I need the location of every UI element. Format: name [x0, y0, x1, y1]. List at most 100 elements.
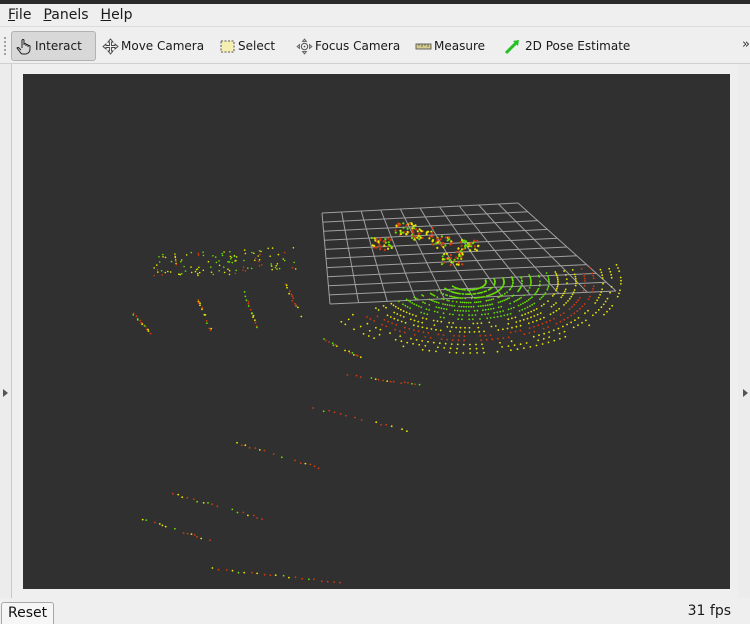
point — [587, 309, 589, 312]
point — [352, 313, 354, 316]
point — [313, 465, 316, 468]
point — [413, 303, 416, 305]
point — [355, 374, 358, 377]
point — [450, 326, 453, 329]
point — [182, 532, 185, 534]
expand-left-arrow-icon[interactable] — [3, 389, 8, 397]
point — [299, 462, 302, 464]
expand-right-arrow-icon[interactable] — [743, 389, 748, 397]
point — [596, 299, 598, 302]
point — [453, 309, 456, 312]
point — [497, 301, 500, 304]
point — [369, 318, 372, 320]
point — [523, 333, 526, 336]
point — [457, 263, 460, 266]
point — [522, 302, 524, 305]
point — [574, 275, 577, 278]
point — [547, 275, 549, 278]
point — [229, 255, 232, 258]
point — [487, 299, 489, 302]
reset-button[interactable]: Reset — [1, 602, 55, 624]
point — [555, 309, 558, 312]
point — [471, 314, 474, 316]
point — [387, 320, 390, 323]
point — [415, 304, 418, 307]
point — [524, 301, 526, 304]
point — [254, 319, 256, 322]
point — [464, 326, 466, 329]
point — [484, 279, 487, 281]
point — [483, 351, 485, 354]
measure-tool-button[interactable]: Measure — [410, 31, 490, 61]
point — [599, 293, 601, 296]
point — [380, 245, 383, 248]
point — [484, 308, 487, 311]
point — [467, 289, 470, 291]
point — [141, 323, 143, 326]
point — [446, 325, 449, 328]
point — [415, 315, 417, 317]
point — [388, 243, 391, 246]
point — [455, 301, 458, 303]
point — [526, 306, 529, 309]
point — [248, 446, 251, 449]
point — [514, 330, 517, 333]
move-camera-tool-button[interactable]: Move Camera — [97, 31, 209, 61]
point — [610, 273, 613, 276]
select-tool-button[interactable]: Select — [214, 31, 280, 61]
point — [522, 318, 525, 321]
point — [443, 307, 445, 310]
point — [458, 253, 461, 256]
point — [403, 331, 406, 334]
3d-render-viewport[interactable] — [23, 74, 730, 589]
point — [441, 255, 444, 258]
point — [560, 296, 563, 299]
point — [443, 316, 445, 319]
point — [479, 305, 482, 307]
point — [243, 571, 246, 574]
point — [467, 305, 470, 308]
point — [402, 310, 405, 312]
point — [260, 264, 263, 266]
point — [475, 249, 479, 252]
point — [237, 571, 240, 574]
point — [394, 231, 397, 234]
point — [473, 301, 476, 304]
point — [533, 302, 536, 305]
interact-tool-button[interactable]: Interact — [11, 31, 96, 61]
left-dock-handle[interactable] — [0, 64, 12, 598]
point — [435, 350, 437, 353]
point — [499, 341, 501, 344]
menu-file[interactable]: File — [2, 4, 37, 26]
pose-estimate-tool-button[interactable]: 2D Pose Estimate — [499, 31, 635, 61]
point — [430, 231, 434, 235]
point — [288, 576, 290, 579]
point — [561, 294, 564, 297]
point — [181, 496, 184, 499]
point — [564, 290, 566, 293]
point — [424, 336, 427, 338]
point — [452, 261, 455, 264]
focus-camera-tool-button[interactable]: Focus Camera — [291, 31, 405, 61]
point — [574, 284, 577, 287]
point — [574, 277, 577, 280]
toolbar-grip-handle[interactable] — [3, 36, 7, 56]
point — [453, 334, 455, 337]
point — [405, 233, 408, 236]
point — [459, 241, 462, 244]
toolbar-overflow-button[interactable]: » — [742, 37, 750, 52]
point-cloud-scene[interactable] — [23, 74, 730, 589]
point — [428, 304, 431, 306]
point — [519, 303, 522, 306]
point — [601, 288, 603, 291]
point — [510, 307, 513, 310]
right-dock-handle[interactable] — [738, 64, 750, 598]
menu-help[interactable]: Help — [95, 4, 139, 26]
point — [425, 308, 428, 310]
menu-panels[interactable]: Panels — [37, 4, 94, 26]
point — [507, 345, 510, 347]
point — [443, 347, 446, 349]
point — [475, 301, 478, 304]
point — [408, 222, 411, 226]
point — [401, 231, 405, 234]
